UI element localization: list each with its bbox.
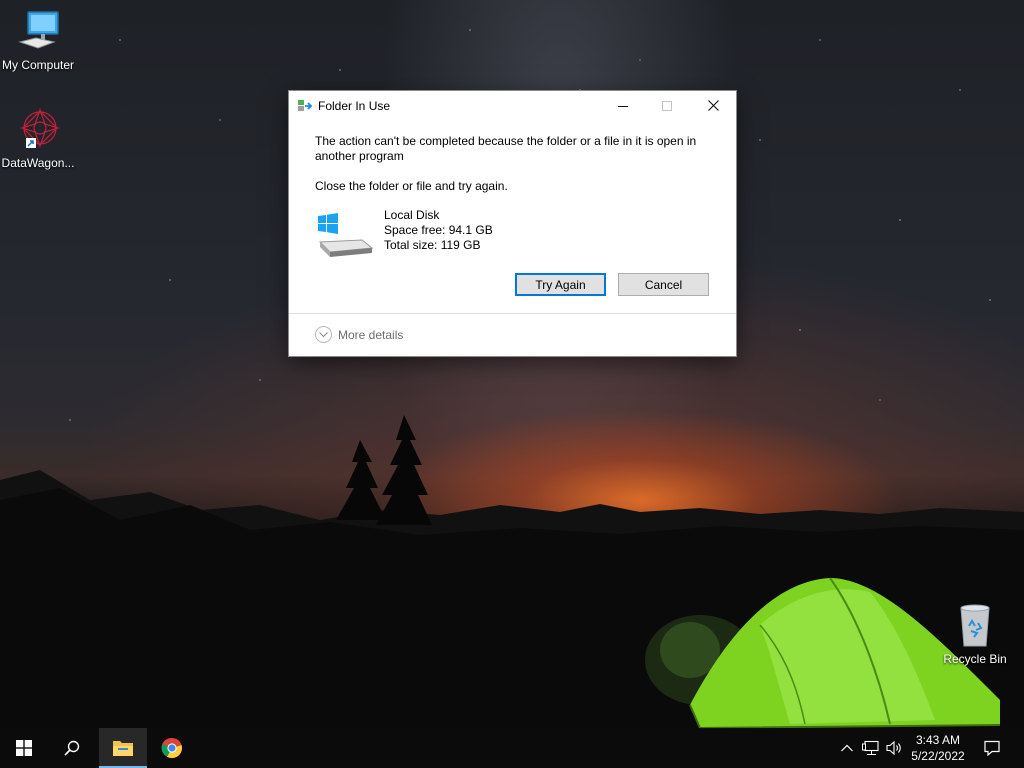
local-disk-icon (318, 213, 374, 257)
cancel-button[interactable]: Cancel (618, 273, 709, 296)
drive-info: Local Disk Space free: 94.1 GB Total siz… (384, 208, 493, 253)
maximize-button (644, 91, 690, 120)
chevron-down-icon (315, 326, 332, 343)
show-hidden-icons-button[interactable] (836, 728, 858, 768)
drive-total-size: Total size: 119 GB (384, 238, 481, 252)
chevron-up-icon (841, 744, 853, 752)
dialog-instruction: Close the folder or file and try again. (315, 179, 508, 193)
taskbar-file-explorer[interactable] (99, 728, 147, 768)
minimize-icon (618, 105, 628, 107)
desktop: My Computer DataWagon... Recycle Bin Fol… (0, 0, 1024, 768)
taskbar-clock[interactable]: 3:43 AM 5/22/2022 (906, 732, 970, 764)
taskbar-chrome[interactable] (148, 728, 196, 768)
minimize-button[interactable] (600, 91, 646, 120)
close-icon (707, 100, 719, 111)
windows-start-icon (16, 740, 32, 756)
desktop-icon-datawagon[interactable]: DataWagon... (0, 106, 76, 170)
computer-icon (18, 11, 59, 49)
network-button[interactable] (860, 728, 882, 768)
file-explorer-icon (113, 741, 133, 756)
desktop-icon-recycle-bin[interactable]: Recycle Bin (937, 602, 1013, 666)
volume-button[interactable] (884, 728, 906, 768)
volume-icon (886, 740, 901, 756)
maximize-icon (662, 100, 672, 111)
chrome-icon (161, 737, 182, 759)
dialog-message: The action can't be completed because th… (315, 134, 697, 163)
drive-space-free: Space free: 94.1 GB (384, 223, 493, 237)
file-move-icon (298, 100, 313, 111)
action-center-button[interactable] (980, 728, 1004, 768)
dialog-title: Folder In Use (318, 99, 391, 113)
try-again-button[interactable]: Try Again (515, 273, 606, 296)
more-details-toggle[interactable]: More details (315, 326, 403, 343)
start-button[interactable] (0, 728, 48, 768)
close-button[interactable] (690, 91, 736, 120)
search-icon (64, 740, 80, 756)
network-icon (862, 740, 879, 755)
taskbar: 3:43 AM 5/22/2022 (0, 728, 1024, 768)
clock-date: 5/22/2022 (911, 749, 965, 763)
folder-in-use-dialog: Folder In Use The action can't be comple… (289, 91, 736, 356)
more-details-label: More details (338, 327, 404, 342)
recycle-bin-icon (960, 604, 990, 647)
notification-icon (984, 740, 1000, 756)
drive-name: Local Disk (384, 208, 440, 222)
desktop-icon-my-computer[interactable]: My Computer (0, 8, 76, 72)
desktop-icon-label: My Computer (1, 58, 75, 72)
search-button[interactable] (48, 728, 96, 768)
datawagon-shortcut-icon (19, 108, 61, 148)
clock-time: 3:43 AM (915, 733, 961, 747)
desktop-icon-label: DataWagon... (1, 156, 75, 170)
dialog-divider (289, 313, 736, 314)
dialog-title-bar[interactable]: Folder In Use (289, 91, 736, 120)
desktop-icon-label: Recycle Bin (943, 652, 1007, 666)
